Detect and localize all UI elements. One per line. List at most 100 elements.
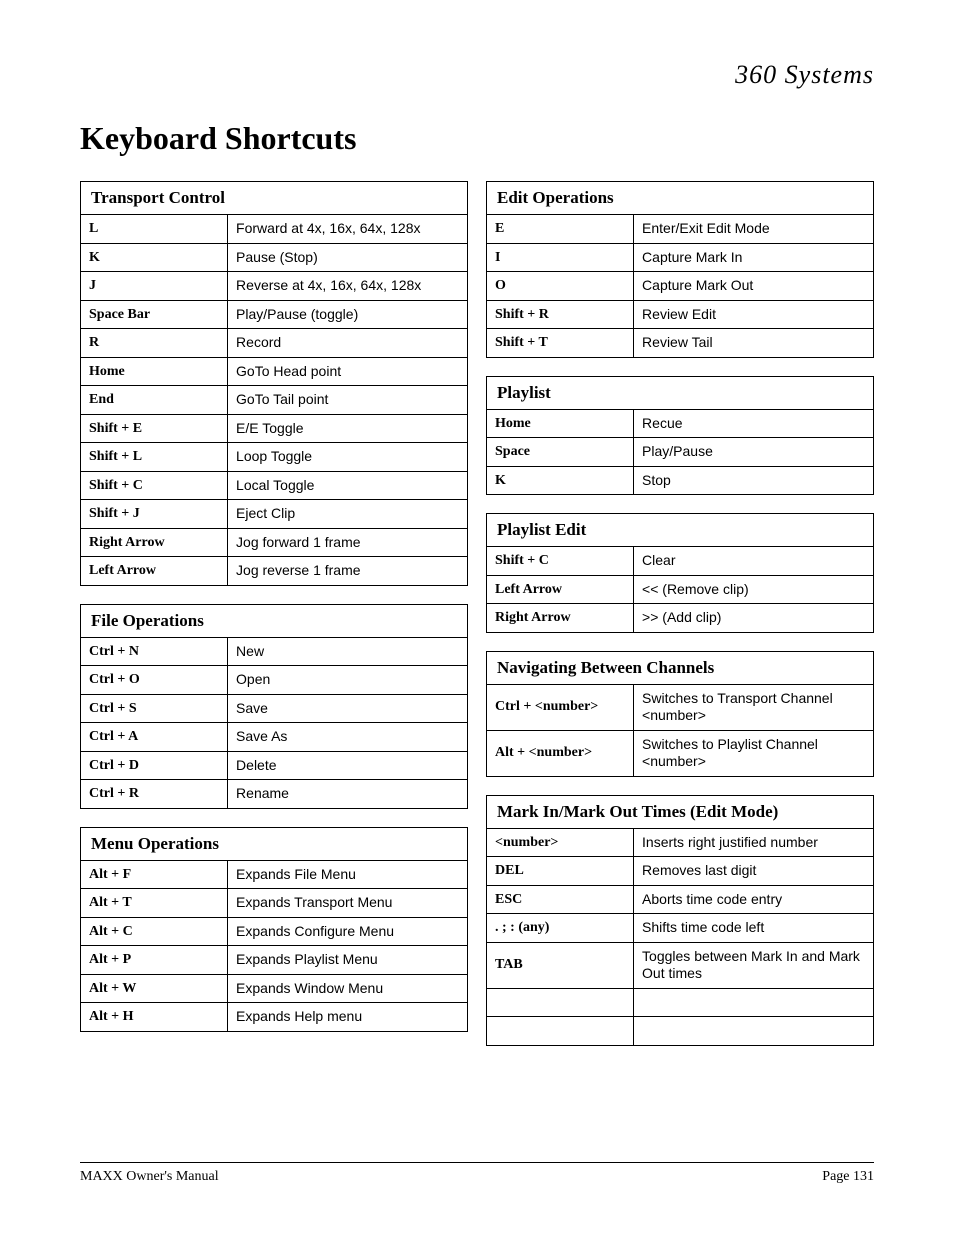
- table-row: ESCAborts time code entry: [487, 885, 874, 914]
- table-row: Ctrl + <number>Switches to Transport Cha…: [487, 684, 874, 730]
- shortcut-description: [634, 988, 874, 1017]
- table-row: Shift + EE/E Toggle: [81, 414, 468, 443]
- shortcut-description: Capture Mark Out: [634, 272, 874, 301]
- shortcut-description: Play/Pause (toggle): [228, 300, 468, 329]
- section-header: Navigating Between Channels: [487, 651, 874, 684]
- shortcut-description: Loop Toggle: [228, 443, 468, 472]
- table-row: EEnter/Exit Edit Mode: [487, 215, 874, 244]
- shortcut-description: E/E Toggle: [228, 414, 468, 443]
- shortcut-key: Ctrl + S: [81, 694, 228, 723]
- shortcut-key: Home: [81, 357, 228, 386]
- table-row: JReverse at 4x, 16x, 64x, 128x: [81, 272, 468, 301]
- shortcut-key: Shift + R: [487, 300, 634, 329]
- table-row: DELRemoves last digit: [487, 857, 874, 886]
- shortcut-key: L: [81, 215, 228, 244]
- table-row: LForward at 4x, 16x, 64x, 128x: [81, 215, 468, 244]
- section-header: Transport Control: [81, 182, 468, 215]
- table-row: Shift + CLocal Toggle: [81, 471, 468, 500]
- shortcut-description: Toggles between Mark In and Mark Out tim…: [634, 942, 874, 988]
- shortcut-key: Left Arrow: [487, 575, 634, 604]
- shortcut-description: Delete: [228, 751, 468, 780]
- left-column: Transport ControlLForward at 4x, 16x, 64…: [80, 181, 468, 1046]
- shortcut-key: Ctrl + D: [81, 751, 228, 780]
- shortcut-key: J: [81, 272, 228, 301]
- table-row: RRecord: [81, 329, 468, 358]
- shortcut-key: Alt + C: [81, 917, 228, 946]
- document-page: 360 Systems Keyboard Shortcuts Transport…: [0, 0, 954, 1235]
- shortcut-key: Alt + F: [81, 860, 228, 889]
- shortcut-description: Expands File Menu: [228, 860, 468, 889]
- shortcut-description: Jog forward 1 frame: [228, 528, 468, 557]
- table-row: HomeRecue: [487, 409, 874, 438]
- shortcut-description: Jog reverse 1 frame: [228, 557, 468, 586]
- table-row: Alt + HExpands Help menu: [81, 1003, 468, 1032]
- table-row: [487, 1017, 874, 1046]
- table-row: Shift + TReview Tail: [487, 329, 874, 358]
- shortcut-description: Switches to Transport Channel <number>: [634, 684, 874, 730]
- table-row: Ctrl + OOpen: [81, 666, 468, 695]
- shortcut-description: Stop: [634, 466, 874, 495]
- right-column: Edit OperationsEEnter/Exit Edit ModeICap…: [486, 181, 874, 1046]
- shortcut-key: Left Arrow: [81, 557, 228, 586]
- shortcut-table: File OperationsCtrl + NNewCtrl + OOpenCt…: [80, 604, 468, 809]
- shortcut-description: Expands Playlist Menu: [228, 946, 468, 975]
- shortcut-description: Review Tail: [634, 329, 874, 358]
- brand-logo: 360 Systems: [735, 60, 874, 90]
- shortcut-table: Edit OperationsEEnter/Exit Edit ModeICap…: [486, 181, 874, 358]
- shortcut-description: Forward at 4x, 16x, 64x, 128x: [228, 215, 468, 244]
- shortcut-key: Shift + T: [487, 329, 634, 358]
- shortcut-description: Pause (Stop): [228, 243, 468, 272]
- table-row: Alt + WExpands Window Menu: [81, 974, 468, 1003]
- table-row: [487, 988, 874, 1017]
- shortcut-description: Save As: [228, 723, 468, 752]
- table-row: OCapture Mark Out: [487, 272, 874, 301]
- shortcut-key: Ctrl + N: [81, 637, 228, 666]
- shortcut-description: Enter/Exit Edit Mode: [634, 215, 874, 244]
- shortcut-description: Capture Mark In: [634, 243, 874, 272]
- shortcut-description: Removes last digit: [634, 857, 874, 886]
- shortcut-description: Record: [228, 329, 468, 358]
- shortcut-description: Save: [228, 694, 468, 723]
- table-row: SpacePlay/Pause: [487, 438, 874, 467]
- shortcut-description: Inserts right justified number: [634, 828, 874, 857]
- shortcut-key: R: [81, 329, 228, 358]
- shortcut-description: Open: [228, 666, 468, 695]
- shortcut-table: PlaylistHomeRecueSpacePlay/PauseKStop: [486, 376, 874, 496]
- shortcut-description: Expands Configure Menu: [228, 917, 468, 946]
- shortcut-key: End: [81, 386, 228, 415]
- table-row: HomeGoTo Head point: [81, 357, 468, 386]
- shortcut-description: Recue: [634, 409, 874, 438]
- shortcut-description: Switches to Playlist Channel <number>: [634, 730, 874, 776]
- section-header: Playlist Edit: [487, 514, 874, 547]
- table-row: Left Arrow<< (Remove clip): [487, 575, 874, 604]
- shortcut-key: Ctrl + A: [81, 723, 228, 752]
- table-row: Shift + CClear: [487, 547, 874, 576]
- table-row: Alt + CExpands Configure Menu: [81, 917, 468, 946]
- shortcut-key: Alt + P: [81, 946, 228, 975]
- table-row: Shift + RReview Edit: [487, 300, 874, 329]
- table-row: Space BarPlay/Pause (toggle): [81, 300, 468, 329]
- table-row: Right ArrowJog forward 1 frame: [81, 528, 468, 557]
- shortcut-key: [487, 988, 634, 1017]
- shortcut-key: Alt + T: [81, 889, 228, 918]
- shortcut-key: Shift + C: [81, 471, 228, 500]
- shortcut-key: Alt + W: [81, 974, 228, 1003]
- shortcut-description: Aborts time code entry: [634, 885, 874, 914]
- table-row: Ctrl + ASave As: [81, 723, 468, 752]
- shortcut-key: I: [487, 243, 634, 272]
- table-row: ICapture Mark In: [487, 243, 874, 272]
- footer-right: Page 131: [822, 1169, 874, 1185]
- table-row: Alt + TExpands Transport Menu: [81, 889, 468, 918]
- shortcut-key: Shift + C: [487, 547, 634, 576]
- table-row: Right Arrow>> (Add clip): [487, 604, 874, 633]
- table-row: KStop: [487, 466, 874, 495]
- table-row: Ctrl + DDelete: [81, 751, 468, 780]
- shortcut-key: Ctrl + R: [81, 780, 228, 809]
- table-row: Ctrl + RRename: [81, 780, 468, 809]
- shortcut-description: >> (Add clip): [634, 604, 874, 633]
- shortcut-description: Play/Pause: [634, 438, 874, 467]
- table-row: Shift + LLoop Toggle: [81, 443, 468, 472]
- section-header: Mark In/Mark Out Times (Edit Mode): [487, 795, 874, 828]
- table-row: Ctrl + SSave: [81, 694, 468, 723]
- shortcut-description: Shifts time code left: [634, 914, 874, 943]
